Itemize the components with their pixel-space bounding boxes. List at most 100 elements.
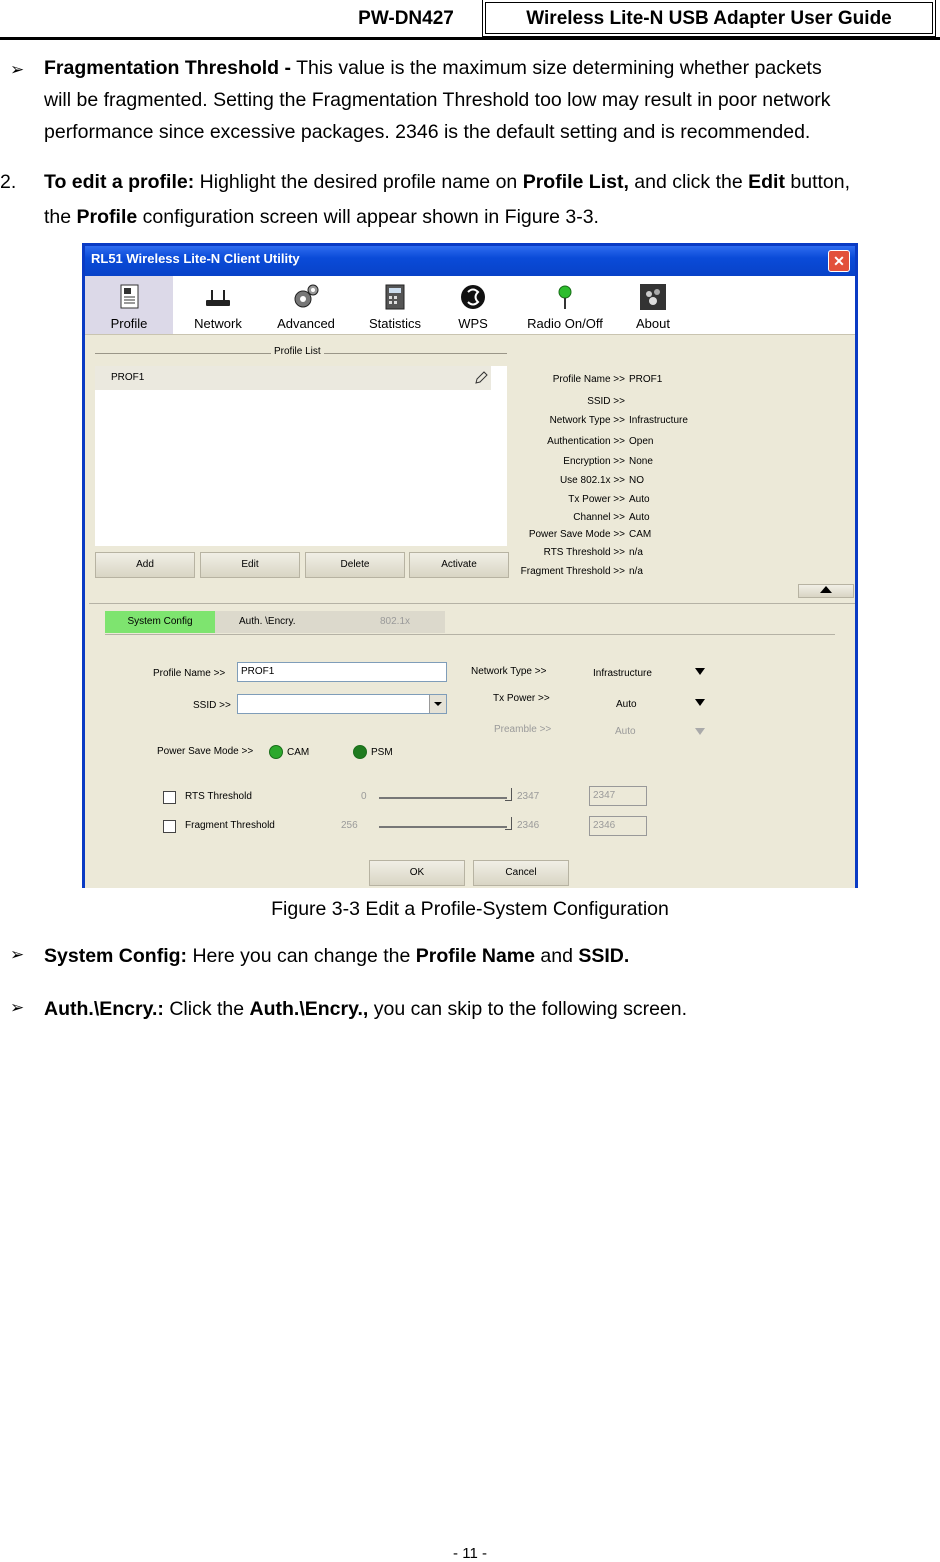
toolbar-profile[interactable]: Profile <box>85 276 173 334</box>
fragment-slider-thumb[interactable] <box>505 817 512 830</box>
profile-info-value: n/a <box>629 547 643 558</box>
tab-8021x[interactable]: 802.1x <box>315 611 445 633</box>
sys-t1: Here you can change the <box>192 945 411 967</box>
chevron-down-icon[interactable] <box>429 695 446 713</box>
profile-info-row: Power Save Mode >> CAM <box>485 529 651 540</box>
auth-encry-bullet: Auth.\Encry.: Click the Auth.\Encry., yo… <box>44 993 687 1025</box>
page-number: - 11 - <box>453 1545 487 1562</box>
step2-t1: Highlight the desired profile name on <box>199 171 518 193</box>
tx-power-value[interactable]: Auto <box>616 699 637 710</box>
step2-line2: the Profile configuration screen will ap… <box>44 201 599 233</box>
profile-info-value: None <box>629 456 653 467</box>
network-type-dropdown-icon[interactable] <box>695 668 705 675</box>
fragment-value-field[interactable]: 2346 <box>589 816 647 836</box>
ok-button[interactable]: OK <box>369 860 465 886</box>
step2-t3: button, <box>790 171 851 193</box>
auth-t1: Click the <box>169 998 245 1020</box>
fragment-max: 2346 <box>517 820 540 831</box>
tx-power-label: Tx Power >> <box>493 693 550 704</box>
frag-line1: Fragmentation Threshold - This value is … <box>44 52 939 84</box>
rts-slider[interactable] <box>379 797 507 799</box>
fragment-label: Fragment Threshold <box>185 820 275 831</box>
profile-info-row: Fragment Threshold >> n/a <box>485 566 643 577</box>
sys-t2: and <box>540 945 573 967</box>
rts-min: 0 <box>361 791 367 802</box>
cam-radio[interactable] <box>269 745 283 759</box>
profile-info-row: Tx Power >> Auto <box>485 494 650 505</box>
tab-underline <box>105 634 835 635</box>
step2-t4: the <box>44 206 72 228</box>
profile-info-row: Encryption >> None <box>485 456 653 467</box>
router-icon <box>206 290 230 306</box>
profile-info-row: Use 802.1x >> NO <box>485 475 644 486</box>
sys-b2: SSID. <box>578 945 630 967</box>
psm-radio[interactable] <box>353 745 367 759</box>
profile-name-input[interactable]: PROF1 <box>237 662 447 682</box>
header-rule <box>0 37 940 40</box>
collapse-up-icon <box>820 586 832 593</box>
auth-term: Auth.\Encry.: <box>44 998 164 1020</box>
step2-b3: Profile <box>76 206 138 228</box>
toolbar-statistics[interactable]: Statistics <box>351 276 439 334</box>
network-type-label: Network Type >> <box>471 666 547 677</box>
power-save-label: Power Save Mode >> <box>157 746 254 757</box>
bullet-arrow-icon: ➢ <box>10 60 25 79</box>
utility-window: RL51 Wireless Lite-N Client Utility ✕ Pr… <box>82 243 858 888</box>
sys-b1: Profile Name <box>415 945 535 967</box>
frag-line2: will be fragmented. Setting the Fragment… <box>44 89 831 111</box>
frag-line3: performance since excessive packages. 23… <box>44 121 811 143</box>
about-icon <box>640 284 666 310</box>
profile-info-row: SSID >> <box>485 396 629 407</box>
rts-max: 2347 <box>517 791 540 802</box>
step2-term: To edit a profile: <box>44 171 195 193</box>
bullet-arrow-icon: ➢ <box>10 945 25 964</box>
toolbar-wps[interactable]: WPS <box>441 276 505 334</box>
fragment-checkbox[interactable] <box>163 820 176 833</box>
window-client: Profile Network Advanced Statistics WPS … <box>85 276 855 888</box>
list-item[interactable]: PROF1 <box>95 366 491 390</box>
tab-system-config[interactable]: System Config <box>105 611 215 633</box>
network-type-value[interactable]: Infrastructure <box>593 668 652 679</box>
toolbar-radio[interactable]: Radio On/Off <box>513 276 617 334</box>
add-button[interactable]: Add <box>95 552 195 578</box>
step2-b2: Edit <box>748 171 785 193</box>
toolbar-advanced[interactable]: Advanced <box>263 276 349 334</box>
rts-checkbox[interactable] <box>163 791 176 804</box>
step2-t5: configuration screen will appear shown i… <box>142 206 599 228</box>
auth-b1: Auth.\Encry., <box>249 998 369 1020</box>
profile-icon <box>120 284 139 309</box>
frag-text1: This value is the maximum size determini… <box>296 57 822 79</box>
toolbar-about[interactable]: About <box>621 276 685 334</box>
toolbar-label: WPS <box>458 316 488 331</box>
toolbar-network[interactable]: Network <box>175 276 261 334</box>
preamble-label: Preamble >> <box>494 724 552 735</box>
calculator-icon <box>385 284 405 310</box>
profile-info-key: RTS Threshold >> <box>543 547 625 558</box>
rts-slider-thumb[interactable] <box>505 788 512 801</box>
toolbar: Profile Network Advanced Statistics WPS … <box>85 276 855 335</box>
rts-value-field[interactable]: 2347 <box>589 786 647 806</box>
fragment-slider[interactable] <box>379 826 507 828</box>
figure-caption: Figure 3-3 Edit a Profile-System Configu… <box>271 898 669 920</box>
profile-info-key: Power Save Mode >> <box>528 529 625 540</box>
edit-button[interactable]: Edit <box>200 552 300 578</box>
toolbar-label: Statistics <box>368 316 421 331</box>
cam-label: CAM <box>287 747 310 758</box>
profile-info-value: Auto <box>629 494 650 505</box>
window-titlebar[interactable]: RL51 Wireless Lite-N Client Utility ✕ <box>85 246 855 276</box>
fragment-min: 256 <box>341 820 358 831</box>
profile-list[interactable]: PROF1 <box>95 366 507 546</box>
cancel-button[interactable]: Cancel <box>473 860 569 886</box>
tx-power-dropdown-icon[interactable] <box>695 699 705 706</box>
profile-info-key: Tx Power >> <box>568 494 625 505</box>
gear-icon <box>294 284 319 308</box>
profile-info-value: CAM <box>629 529 652 540</box>
profile-info-row: RTS Threshold >> n/a <box>485 547 643 558</box>
profile-info-value: n/a <box>629 566 643 577</box>
collapse-button[interactable] <box>798 584 854 598</box>
tab-auth-encry[interactable]: Auth. \Encry. <box>215 611 315 633</box>
delete-button[interactable]: Delete <box>305 552 405 578</box>
system-config-bullet: System Config: Here you can change the P… <box>44 940 629 972</box>
ssid-combo[interactable] <box>237 694 447 714</box>
close-button[interactable]: ✕ <box>828 250 850 272</box>
